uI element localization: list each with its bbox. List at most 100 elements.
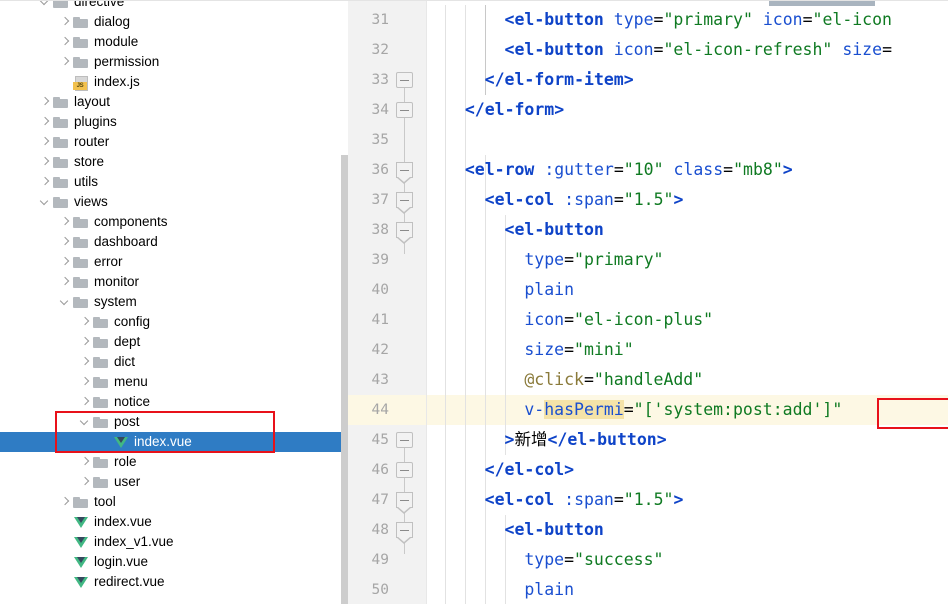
code-fold-toggle[interactable] bbox=[396, 192, 413, 214]
gutter-row[interactable]: 42 bbox=[348, 335, 426, 365]
gutter-row[interactable]: 48 bbox=[348, 515, 426, 545]
chevron-right-icon[interactable] bbox=[78, 332, 92, 352]
file-tree-item[interactable]: config bbox=[0, 312, 342, 332]
code-fold-toggle[interactable] bbox=[396, 492, 413, 514]
file-tree-item[interactable]: router bbox=[0, 132, 342, 152]
chevron-right-icon[interactable] bbox=[38, 152, 52, 172]
gutter-row[interactable]: 36 bbox=[348, 155, 426, 185]
file-tree-item[interactable]: module bbox=[0, 32, 342, 52]
gutter-row[interactable]: 41 bbox=[348, 305, 426, 335]
code-line[interactable]: </el-form-item> bbox=[427, 65, 948, 95]
code-fold-toggle[interactable] bbox=[396, 522, 413, 544]
file-tree-item[interactable]: dashboard bbox=[0, 232, 342, 252]
file-tree-item[interactable]: dialog bbox=[0, 12, 342, 32]
chevron-right-icon[interactable] bbox=[58, 32, 72, 52]
gutter-row[interactable]: 34 bbox=[348, 95, 426, 125]
chevron-right-icon[interactable] bbox=[58, 272, 72, 292]
file-tree-item[interactable]: store bbox=[0, 152, 342, 172]
gutter-row[interactable]: 43 bbox=[348, 365, 426, 395]
file-tree-item[interactable]: menu bbox=[0, 372, 342, 392]
chevron-right-icon[interactable] bbox=[58, 492, 72, 512]
file-tree-item[interactable]: utils bbox=[0, 172, 342, 192]
file-tree-item[interactable]: user bbox=[0, 472, 342, 492]
chevron-right-icon[interactable] bbox=[58, 12, 72, 32]
code-fold-toggle[interactable] bbox=[396, 222, 413, 244]
gutter-row[interactable]: 31 bbox=[348, 5, 426, 35]
file-tree-item[interactable]: dept bbox=[0, 332, 342, 352]
code-line[interactable]: </el-form> bbox=[427, 95, 948, 125]
file-tree-item[interactable]: layout bbox=[0, 92, 342, 112]
code-line-text: </el-form> bbox=[464, 100, 565, 119]
gutter-row[interactable]: 44 bbox=[348, 395, 426, 425]
gutter-row[interactable]: 40 bbox=[348, 275, 426, 305]
chevron-down-icon[interactable] bbox=[78, 412, 92, 432]
gutter-row[interactable]: 47 bbox=[348, 485, 426, 515]
chevron-right-icon[interactable] bbox=[38, 132, 52, 152]
editor-gutter[interactable]: 31 32 33 34 35 36 37 38 39 40 41 42 43 44 45 46 47 48 49 50… bbox=[348, 0, 426, 604]
gutter-row[interactable]: 33 bbox=[348, 65, 426, 95]
file-tree-item-selected[interactable]: index.vue bbox=[0, 432, 342, 452]
gutter-row[interactable]: 39 bbox=[348, 245, 426, 275]
chevron-right-icon[interactable] bbox=[78, 352, 92, 372]
file-tree-item[interactable]: index.js bbox=[0, 72, 342, 92]
file-tree-item[interactable]: views bbox=[0, 192, 342, 212]
file-tree-panel[interactable]: directive dialog module permission index.js l… bbox=[0, 0, 348, 604]
file-tree-item[interactable]: permission bbox=[0, 52, 342, 72]
chevron-right-icon[interactable] bbox=[58, 212, 72, 232]
file-tree-item[interactable]: post bbox=[0, 412, 342, 432]
file-tree-item[interactable]: system bbox=[0, 292, 342, 312]
chevron-right-icon[interactable] bbox=[58, 252, 72, 272]
code-line[interactable]: </el-col> bbox=[427, 455, 948, 485]
file-tree-item[interactable]: monitor bbox=[0, 272, 342, 292]
file-tree-item[interactable]: redirect.vue bbox=[0, 572, 342, 592]
gutter-row[interactable]: 50 bbox=[348, 575, 426, 604]
chevron-right-icon[interactable] bbox=[78, 312, 92, 332]
chevron-right-icon[interactable] bbox=[38, 172, 52, 192]
file-tree-item[interactable]: directive bbox=[0, 0, 342, 12]
code-editor[interactable]: 31 32 33 34 35 36 37 38 39 40 41 42 43 44 45 46 47 48 49 50… bbox=[348, 0, 948, 604]
file-tree-item[interactable]: dict bbox=[0, 352, 342, 372]
file-tree-item[interactable]: index.vue bbox=[0, 512, 342, 532]
file-tree-item[interactable]: notice bbox=[0, 392, 342, 412]
gutter-row[interactable]: 46 bbox=[348, 455, 426, 485]
chevron-right-icon[interactable] bbox=[58, 232, 72, 252]
code-line[interactable]: <el-col :span="1.5"> bbox=[427, 185, 948, 215]
file-tree-item[interactable]: tool bbox=[0, 492, 342, 512]
chevron-right-icon[interactable] bbox=[78, 472, 92, 492]
chevron-down-icon[interactable] bbox=[38, 0, 52, 12]
code-fold-toggle[interactable] bbox=[396, 102, 413, 118]
file-tree-item[interactable]: role bbox=[0, 452, 342, 472]
chevron-down-icon[interactable] bbox=[38, 192, 52, 212]
gutter-row[interactable]: 35 bbox=[348, 125, 426, 155]
code-fold-toggle[interactable] bbox=[396, 72, 413, 88]
file-tree-scrollbar-thumb[interactable] bbox=[341, 155, 348, 604]
gutter-row[interactable]: 32 bbox=[348, 35, 426, 65]
file-tree-item[interactable]: plugins bbox=[0, 112, 342, 132]
line-number: 42 bbox=[371, 342, 389, 358]
gutter-row[interactable]: 45 bbox=[348, 425, 426, 455]
chevron-down-icon[interactable] bbox=[58, 292, 72, 312]
gutter-row[interactable]: 49 bbox=[348, 545, 426, 575]
code-line[interactable] bbox=[427, 125, 948, 155]
gutter-row[interactable]: 38 bbox=[348, 215, 426, 245]
file-tree-vertical-scrollbar[interactable] bbox=[341, 0, 348, 604]
file-tree-item[interactable]: error bbox=[0, 252, 342, 272]
code-content-area[interactable]: <el-button type="primary" icon="el-icon <… bbox=[427, 0, 948, 604]
chevron-right-icon[interactable] bbox=[78, 372, 92, 392]
code-fold-toggle[interactable] bbox=[396, 432, 413, 448]
file-tree-item[interactable]: components bbox=[0, 212, 342, 232]
chevron-right-icon[interactable] bbox=[38, 112, 52, 132]
chevron-right-icon[interactable] bbox=[78, 452, 92, 472]
code-line[interactable]: <el-button type="primary" icon="el-icon bbox=[427, 5, 948, 35]
file-tree-item[interactable]: login.vue bbox=[0, 552, 342, 572]
file-tree-item[interactable]: index_v1.vue bbox=[0, 532, 342, 552]
code-line[interactable]: <el-col :span="1.5"> bbox=[427, 485, 948, 515]
code-fold-toggle[interactable] bbox=[396, 162, 413, 184]
chevron-right-icon[interactable] bbox=[58, 52, 72, 72]
code-fold-toggle[interactable] bbox=[396, 462, 413, 478]
gutter-row[interactable]: 37 bbox=[348, 185, 426, 215]
code-line[interactable]: <el-row :gutter="10" class="mb8"> bbox=[427, 155, 948, 185]
chevron-right-icon[interactable] bbox=[78, 392, 92, 412]
chevron-right-icon[interactable] bbox=[38, 92, 52, 112]
code-line[interactable]: <el-button icon="el-icon-refresh" size= bbox=[427, 35, 948, 65]
